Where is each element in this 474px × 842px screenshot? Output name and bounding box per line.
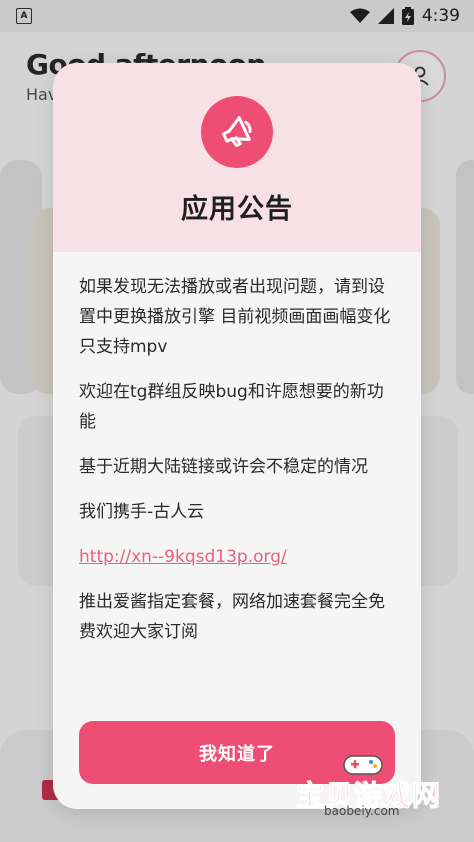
announcement-dialog: 应用公告 如果发现无法播放或者出现问题，请到设置中更换播放引擎 目前视频画面画幅… [53, 63, 421, 809]
announcement-paragraph: 推出爱酱指定套餐，网络加速套餐完全免费欢迎大家订阅 [79, 592, 385, 642]
dialog-title: 应用公告 [181, 194, 293, 225]
announcement-paragraph: 基于近期大陆链接或许会不稳定的情况 [79, 457, 368, 477]
dialog-body: 如果发现无法播放或者出现问题，请到设置中更换播放引擎 目前视频画面画幅变化只支持… [53, 252, 421, 647]
announcement-paragraph: 欢迎在tg群组反映bug和许愿想要的新功能 [79, 382, 384, 432]
announcement-paragraph: 我们携手-古人云 [79, 502, 205, 522]
megaphone-icon [222, 116, 252, 147]
dialog-header: 应用公告 [53, 63, 421, 252]
announcement-paragraph: 如果发现无法播放或者出现问题，请到设置中更换播放引擎 目前视频画面画幅变化只支持… [79, 277, 391, 357]
watermark-url: baobeiy.com [324, 804, 400, 818]
watermark: 宝贝游戏网 baobeiy.com [295, 752, 456, 824]
megaphone-badge [201, 96, 273, 168]
announcement-link[interactable]: http://xn--9kqsd13p.org/ [79, 542, 395, 572]
